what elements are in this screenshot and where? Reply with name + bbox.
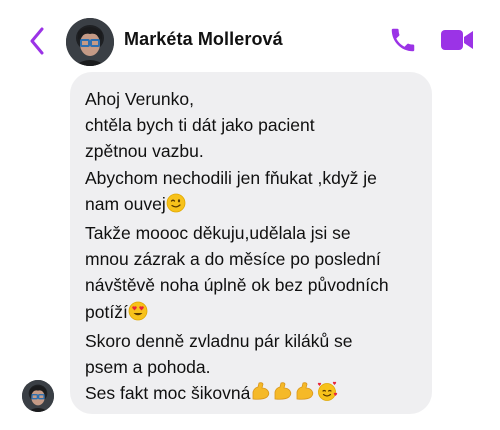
chevron-left-icon [30,27,44,55]
phone-icon [391,28,415,52]
video-call-button[interactable] [440,26,474,54]
message-line: nam ouvej [85,191,418,220]
message-line: zpětnou vazbu. [85,141,204,162]
smiling-face-with-hearts-icon [316,380,338,409]
back-button[interactable] [24,26,50,56]
message-line: Abychom nechodili jen fňukat ,když je [85,167,377,188]
message-line: potíží [85,299,418,328]
call-button[interactable] [388,25,418,55]
message-bubble[interactable]: Ahoj Verunko, chtěla bych ti dát jako pa… [70,72,432,414]
message-line: chtěla bych ti dát jako pacient [85,115,315,136]
message-line: mnou zázrak a do měsíce po poslední [85,249,381,270]
message-line: psem a pohoda. [85,357,211,378]
contact-avatar[interactable] [66,18,114,66]
flexed-biceps-icon [250,380,272,409]
message-line: Ahoj Verunko, [85,89,194,109]
flexed-biceps-icon [294,380,316,409]
flexed-biceps-icon [272,380,294,409]
video-camera-icon [441,30,473,50]
winking-face-icon [166,193,186,220]
message-line: Takže moooc děkuju,udělala jsi se [85,223,351,244]
message-line: Ses fakt moc šikovná [85,380,418,409]
message-line: Skoro denně zvladnu pár kiláků se [85,330,353,351]
contact-name[interactable]: Markéta Mollerová [124,29,283,50]
heart-eyes-face-icon [128,301,148,328]
sender-avatar[interactable] [22,380,54,412]
message-line: návštěvě noha úplně ok bez původních [85,275,389,296]
chat-header: Markéta Mollerová [0,0,500,80]
